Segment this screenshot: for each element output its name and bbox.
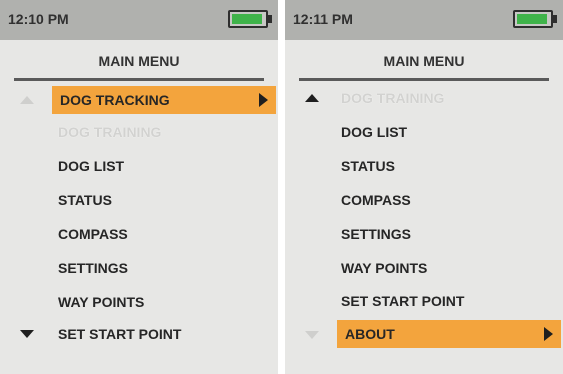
- menu-item-label: DOG TRACKING: [60, 92, 170, 108]
- menu-item-label: STATUS: [341, 158, 395, 174]
- menu-item-way-points[interactable]: WAY POINTS: [341, 254, 427, 282]
- main-menu-list: DOG TRACKING DOG TRAINING DOG LIST STATU…: [0, 0, 278, 374]
- scroll-up-icon: [20, 96, 34, 104]
- menu-item-set-start-point[interactable]: SET START POINT: [58, 320, 181, 348]
- caret-right-icon: [544, 327, 553, 341]
- menu-item-status[interactable]: STATUS: [341, 152, 395, 180]
- main-menu-list: DOG TRAINING DOG LIST STATUS COMPASS SET…: [285, 0, 563, 374]
- menu-item-label: SETTINGS: [341, 226, 412, 242]
- device-screen-right: 12:11 PM MAIN MENU DOG TRAINING DOG LIST…: [285, 0, 563, 374]
- caret-right-icon: [259, 93, 268, 107]
- scroll-up-icon[interactable]: [305, 94, 319, 102]
- menu-item-dog-training: DOG TRAINING: [341, 84, 444, 112]
- menu-item-about[interactable]: ABOUT: [337, 320, 561, 348]
- device-screen-left: 12:10 PM MAIN MENU DOG TRACKING DOG TRAI…: [0, 0, 278, 374]
- menu-item-compass[interactable]: COMPASS: [341, 186, 411, 214]
- menu-item-label: SET START POINT: [341, 293, 465, 309]
- menu-item-label: DOG TRAINING: [58, 124, 162, 140]
- menu-item-label: DOG LIST: [341, 124, 408, 140]
- menu-item-dog-training: DOG TRAINING: [58, 118, 161, 146]
- menu-item-label: DOG LIST: [58, 158, 125, 174]
- menu-item-label: SET START POINT: [58, 326, 182, 342]
- menu-item-status[interactable]: STATUS: [58, 186, 112, 214]
- menu-item-dog-list[interactable]: DOG LIST: [341, 118, 407, 146]
- menu-item-settings[interactable]: SETTINGS: [341, 220, 411, 248]
- menu-item-way-points[interactable]: WAY POINTS: [58, 288, 144, 316]
- scroll-down-icon: [305, 331, 319, 339]
- menu-item-label: COMPASS: [58, 226, 128, 242]
- menu-item-settings[interactable]: SETTINGS: [58, 254, 128, 282]
- menu-item-label: SETTINGS: [58, 260, 129, 276]
- menu-item-set-start-point[interactable]: SET START POINT: [341, 287, 464, 315]
- scroll-down-icon[interactable]: [20, 330, 34, 338]
- menu-item-compass[interactable]: COMPASS: [58, 220, 128, 248]
- menu-item-label: WAY POINTS: [341, 260, 428, 276]
- menu-item-label: ABOUT: [345, 326, 395, 342]
- menu-item-dog-list[interactable]: DOG LIST: [58, 152, 124, 180]
- menu-item-label: DOG TRAINING: [341, 90, 445, 106]
- menu-item-label: COMPASS: [341, 192, 411, 208]
- menu-item-dog-tracking[interactable]: DOG TRACKING: [52, 86, 276, 114]
- menu-item-label: WAY POINTS: [58, 294, 145, 310]
- menu-item-label: STATUS: [58, 192, 112, 208]
